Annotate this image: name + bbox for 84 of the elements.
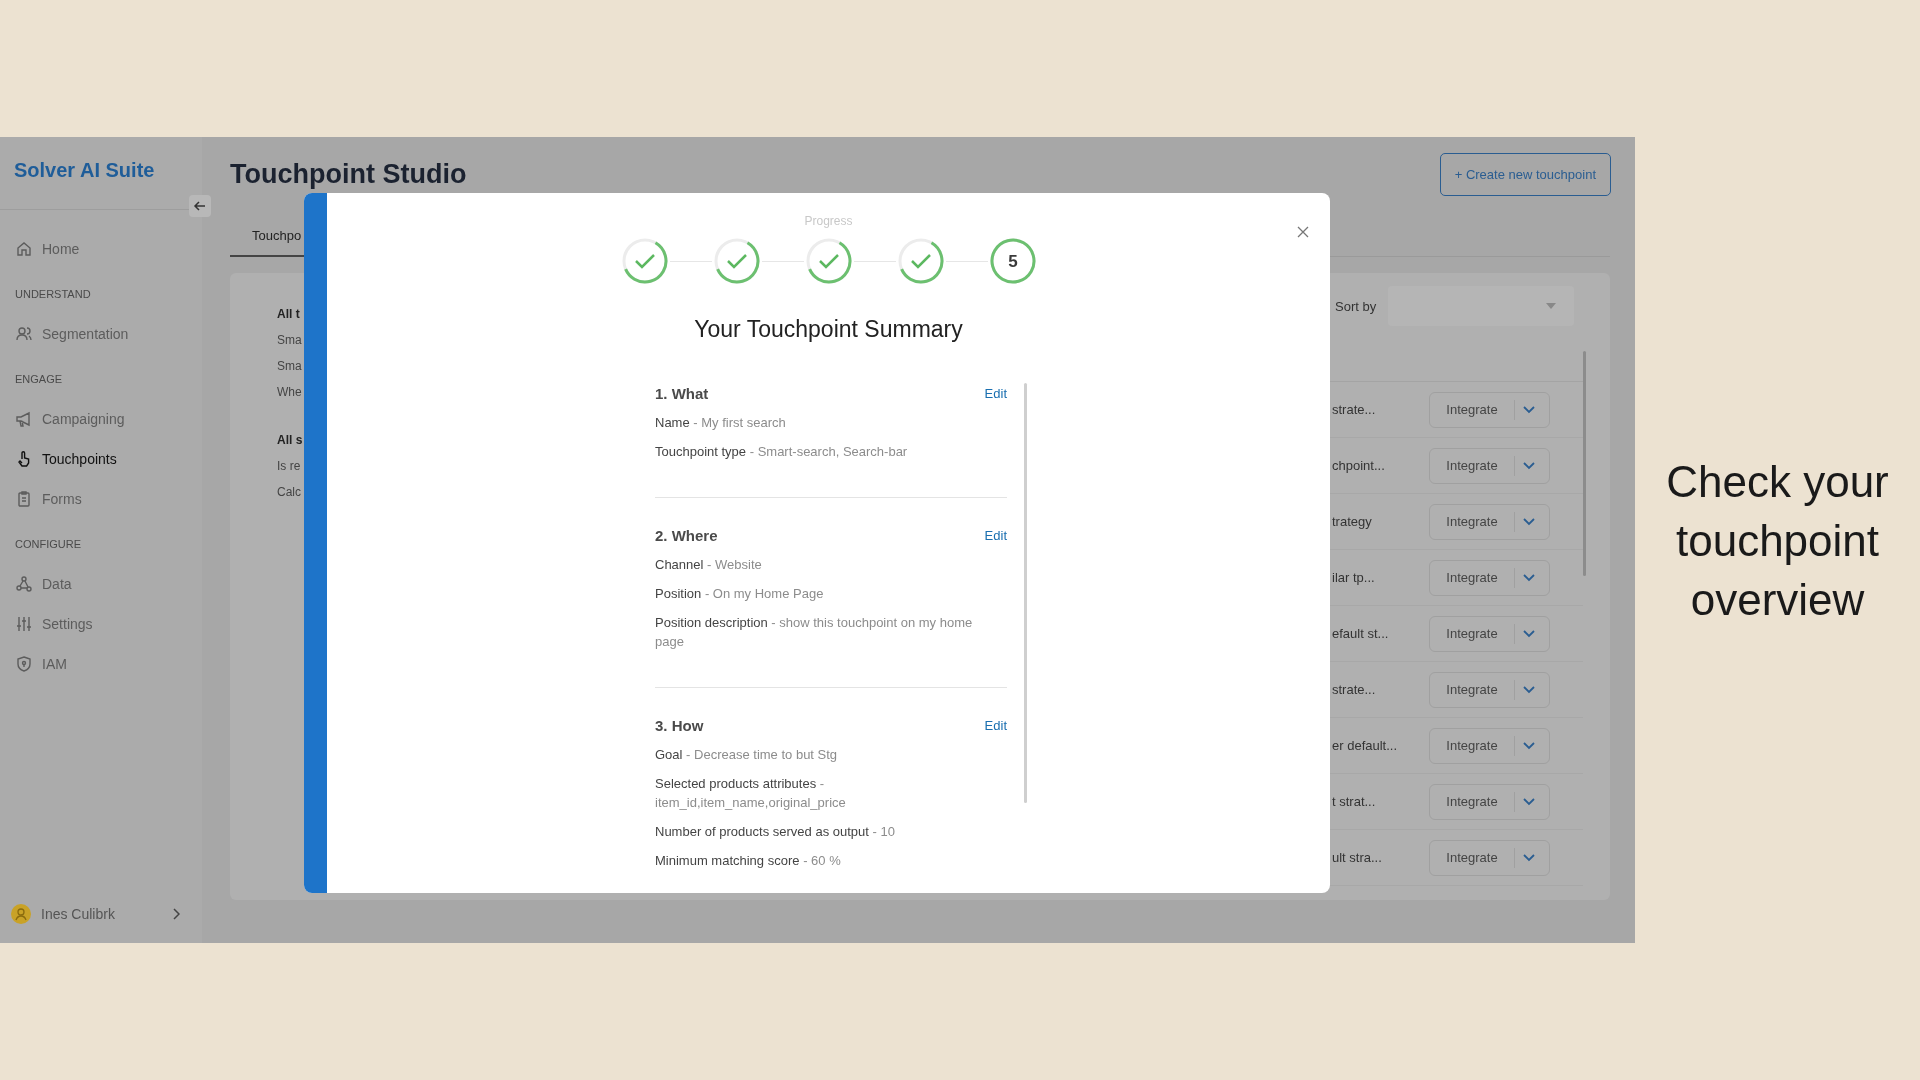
nav-item[interactable]: IAM [0,644,202,684]
step-indicator: 5 [987,236,1038,286]
nav-item[interactable]: Touchpoints [0,439,202,479]
nav-item[interactable]: Data [0,564,202,604]
summary-field: Channel - Website [655,555,1007,574]
summary-field: Position - On my Home Page [655,584,1007,603]
sliders-icon [15,615,33,633]
nodes-icon [15,575,33,593]
summary-field: Selected products attributes - item_id,item_name,original_price [655,774,1007,812]
nav-item[interactable]: Campaigning [0,399,202,439]
summary-field: Name - My first search [655,413,1007,432]
section-title: 2. Where [655,526,718,544]
summary-field: Goal - Decrease time to but Stg [655,745,1007,764]
page-title: Touchpoint Studio [230,159,467,190]
chevron-down-icon [1523,405,1535,414]
nav-item[interactable]: Forms [0,479,202,519]
chevron-down-icon [1523,573,1535,582]
touchpoint-name: strate... [1332,402,1377,417]
clipboard-icon [15,490,33,508]
chevron-down-icon [1523,741,1535,750]
section-title: 3. How [655,716,704,734]
nav-item[interactable]: Segmentation [0,314,202,354]
sort-select[interactable] [1388,286,1575,326]
megaphone-icon [15,410,33,428]
nav-section-heading: ENGAGE [14,372,64,387]
nav-item[interactable]: Home [0,229,202,269]
nav-section-heading: UNDERSTAND [14,287,92,302]
scrollbar[interactable] [1583,351,1586,576]
filter-option[interactable]: Sma [277,353,304,379]
filter-option[interactable]: Is re [277,453,304,479]
touchpoint-name: chpoint... [1332,458,1386,473]
edit-link[interactable]: Edit [984,527,1007,543]
filter-option[interactable]: Calc [277,479,304,505]
create-touchpoint-button[interactable]: + Create new touchpoint [1439,153,1611,196]
section-title: 1. What [655,384,709,402]
users-icon [15,325,33,343]
shield-icon [15,655,33,673]
brand-title: Solver AI Suite [14,158,155,182]
integrate-split-button[interactable]: Integrate [1429,447,1550,484]
filter-option[interactable]: Sma [277,327,304,353]
integrate-split-button[interactable]: Integrate [1429,783,1550,820]
edit-link[interactable]: Edit [984,717,1007,733]
nav-section-heading: CONFIGURE [14,537,82,552]
collapse-button[interactable] [189,195,211,217]
integrate-split-button[interactable]: Integrate [1429,615,1550,652]
touchpoint-name: ult stra... [1332,850,1383,865]
touchpoint-name: er default... [1332,738,1399,753]
summary-field: Minimum matching score - 60 % [655,851,1007,870]
chevron-down-icon [1523,685,1535,694]
dialog-title: Your Touchpoint Summary [694,316,963,343]
touchpoint-name: trategy [1332,514,1373,529]
integrate-split-button[interactable]: Integrate [1429,559,1550,596]
arrow-left-icon [193,199,207,213]
summary-field: Number of products served as output - 10 [655,822,1007,841]
edit-link[interactable]: Edit [984,385,1007,401]
summary-field: Position description - show this touchpoint on my home page [655,613,1007,651]
filter-heading: All s [277,432,304,449]
user-menu[interactable]: Ines Culibrk [0,904,202,924]
chevron-down-icon [1523,461,1535,470]
integrate-split-button[interactable]: Integrate [1429,839,1550,876]
dropdown-caret-icon [1546,303,1557,309]
filter-heading: All t [277,306,301,323]
avatar-icon [11,904,31,924]
chevron-down-icon [1523,797,1535,806]
home-icon [15,240,33,258]
close-button[interactable] [1296,225,1310,239]
chevron-down-icon [1523,517,1535,526]
touchpoint-name: ilar tp... [1332,570,1376,585]
nav-item[interactable]: Settings [0,604,202,644]
summary-field: Touchpoint type - Smart-search, Search-bar [655,442,1007,461]
scrollbar[interactable] [1024,383,1027,803]
chevron-down-icon [1523,853,1535,862]
filter-option[interactable]: Whe [277,379,304,405]
integrate-split-button[interactable]: Integrate [1429,727,1550,764]
touchpoint-name: t strat... [1332,794,1377,809]
chevron-right-icon [172,908,180,920]
touchpoint-name: efault st... [1332,626,1390,641]
integrate-split-button[interactable]: Integrate [1429,671,1550,708]
integrate-split-button[interactable]: Integrate [1429,503,1550,540]
touchpoint-name: strate... [1332,682,1377,697]
chevron-down-icon [1523,629,1535,638]
integrate-split-button[interactable]: Integrate [1429,391,1550,428]
sort-label: Sort by [1335,298,1377,314]
slide-caption: Check your touchpoint overview [1665,456,1890,626]
